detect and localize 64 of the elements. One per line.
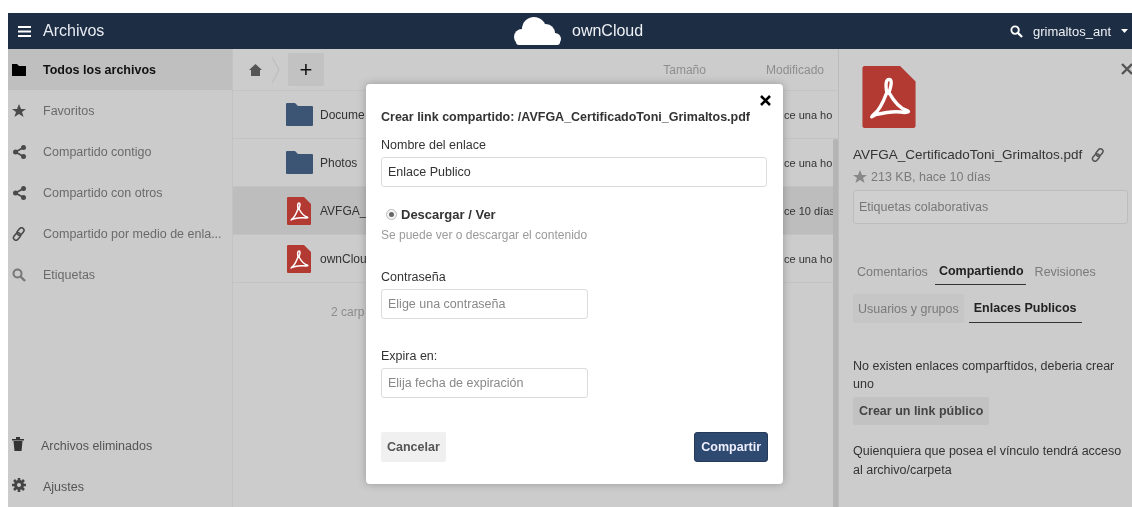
folder-icon xyxy=(285,151,313,174)
search-icon[interactable] xyxy=(1009,24,1023,38)
file-meta: 213 KB, hace 10 días xyxy=(871,170,991,184)
radio-button[interactable] xyxy=(386,209,397,220)
logo-text: ownCloud xyxy=(572,22,644,40)
info-text: Quienquiera que posea el vínculo tendrá acceso al archivo/carpeta xyxy=(853,443,1123,479)
field-label: Contraseña xyxy=(381,270,447,284)
share-button[interactable]: Compartir xyxy=(694,432,768,462)
modified-date: ce una ho xyxy=(784,252,833,265)
link-icon[interactable] xyxy=(1091,147,1106,162)
close-icon[interactable] xyxy=(760,95,771,106)
sidebar-item[interactable]: Ajustes xyxy=(8,466,232,507)
file-name: Photos xyxy=(320,155,358,170)
sidebar-item[interactable]: Compartido por medio de enla... xyxy=(8,213,232,254)
pdf-icon xyxy=(287,196,311,225)
star-icon[interactable] xyxy=(853,170,867,184)
folder-icon xyxy=(12,63,26,76)
sidebar-item[interactable]: Todos los archivos xyxy=(8,49,232,90)
pdf-icon xyxy=(287,244,311,273)
sidebar-item[interactable]: Favoritos xyxy=(8,90,232,131)
dialog-title: Crear link compartido: /AVFGA_CertificadoToni_Grimaltos.pdf xyxy=(381,110,752,124)
radio-label: Descargar / Ver xyxy=(401,207,496,222)
field-label: Nombre del enlace xyxy=(381,138,487,152)
sidebar-item[interactable]: Etiquetas xyxy=(8,254,232,295)
star-icon xyxy=(12,103,26,118)
share-icon xyxy=(12,144,26,159)
share-icon xyxy=(12,185,26,200)
menu-icon xyxy=(18,25,31,37)
hint-text: Se puede ver o descargar el contenido xyxy=(381,228,589,242)
date-field[interactable]: Elija fecha de expiración xyxy=(381,368,588,398)
password-field[interactable]: Elige una contraseña xyxy=(381,289,588,319)
cancel-button[interactable]: Cancelar xyxy=(381,432,446,462)
field-label: Expira en: xyxy=(381,349,439,363)
file-summary: 2 carp xyxy=(331,305,365,319)
search-icon xyxy=(12,267,26,282)
file-name: Docume xyxy=(320,107,365,122)
share-tab[interactable]: Enlaces Publicos xyxy=(968,294,1082,323)
scrollbar[interactable] xyxy=(833,139,838,507)
empty-message: No existen enlaces comparftidos, deberia crear uno xyxy=(853,358,1116,393)
link-name-field[interactable]: Enlace Publico xyxy=(381,157,767,187)
add-button[interactable]: + xyxy=(288,53,324,86)
create-link-button[interactable]: Crear un link público xyxy=(853,397,990,425)
user-menu[interactable]: grimaltos_ant xyxy=(1032,23,1111,39)
app-menu-button[interactable]: Archivos xyxy=(8,13,115,49)
panel-tab[interactable]: Comentarios xyxy=(853,260,930,285)
sidebar-item[interactable]: Archivos eliminados xyxy=(8,425,232,466)
file-name: AVFGA_ xyxy=(320,203,367,218)
caret-icon xyxy=(1121,29,1128,33)
modified-date: ce una ho xyxy=(784,156,833,169)
tags-field[interactable]: Etiquetas colaborativas xyxy=(853,190,1128,224)
panel-tab[interactable]: Compartiendo xyxy=(934,260,1026,285)
link-icon xyxy=(12,226,26,241)
trash-icon xyxy=(12,437,24,451)
file-name: ownClou xyxy=(320,251,367,266)
modified-date: ce una ho xyxy=(784,108,833,121)
sidebar-item[interactable]: Compartido con otros xyxy=(8,172,232,213)
share-tab[interactable]: Usuarios y grupos xyxy=(853,294,964,323)
panel-tab[interactable]: Revisiones xyxy=(1030,260,1098,285)
home-icon[interactable] xyxy=(249,63,262,76)
folder-icon xyxy=(285,103,313,126)
sidebar-item[interactable]: Compartido contigo xyxy=(8,131,232,172)
file-name: AVFGA_CertificadoToni_Grimaltos.pdf xyxy=(853,147,1083,162)
settings-icon xyxy=(12,478,26,492)
pdf-icon xyxy=(862,66,916,128)
